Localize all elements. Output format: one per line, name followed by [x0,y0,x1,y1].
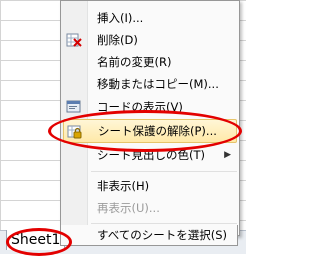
menu-item-delete[interactable]: 削除(D) [61,29,239,51]
menu-item-label: 名前の変更(R) [97,55,172,69]
menu-item-unhide: 再表示(U)... [61,197,239,219]
menu-item-hide[interactable]: 非表示(H) [61,175,239,197]
menu-separator [91,171,237,172]
menu-item-rename[interactable]: 名前の変更(R) [61,51,239,73]
menu-item-select-all-sheets[interactable]: すべてのシートを選択(S) [60,225,238,246]
menu-item-label: 非表示(H) [97,179,150,193]
menu-item-insert[interactable]: 挿入(I)... [61,7,239,29]
view-code-icon [66,99,82,115]
delete-sheet-icon [66,32,82,48]
submenu-arrow-icon: ▶ [224,150,231,160]
menu-item-label: すべてのシートを選択(S) [97,228,228,242]
annotation-ellipse-sheet1 [6,228,72,256]
menu-item-label: 移動またはコピー(M)... [97,77,219,91]
menu-separator [91,223,237,224]
menu-item-label: 再表示(U)... [97,201,160,215]
annotation-ellipse-unprotect [48,110,242,152]
menu-item-move-or-copy[interactable]: 移動またはコピー(M)... [61,73,239,95]
menu-item-label: 削除(D) [97,33,138,47]
menu-item-label: 挿入(I)... [97,11,144,25]
